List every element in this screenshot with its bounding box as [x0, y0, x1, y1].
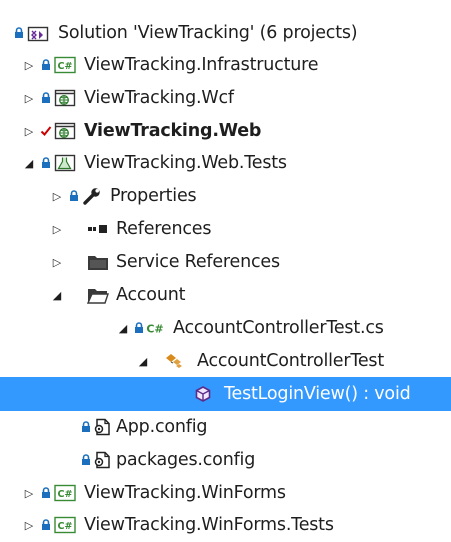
tree-node-label: ViewTracking.WinForms	[84, 483, 286, 503]
tree-node-label: Account	[116, 285, 186, 305]
web-project-icon	[53, 81, 77, 115]
lock-icon	[40, 48, 52, 82]
tree-node-label: App.config	[116, 417, 208, 437]
tree-node-project[interactable]: ▷ ViewTracking.Web	[0, 114, 451, 148]
tree-node-file[interactable]: packages.config	[0, 443, 451, 477]
tree-node-file[interactable]: App.config	[0, 410, 451, 444]
tree-node-references[interactable]: ▷ References	[0, 212, 451, 246]
expand-arrow-icon[interactable]: ▷	[50, 212, 64, 246]
expand-arrow-icon[interactable]: ▷	[22, 508, 36, 542]
lock-icon	[13, 16, 25, 50]
tree-node-class[interactable]: ◢ AccountControllerTest	[0, 344, 451, 378]
tree-node-label: Solution 'ViewTracking' (6 projects)	[58, 23, 358, 43]
open-folder-icon	[86, 278, 110, 312]
tree-node-project[interactable]: ◢ ViewTracking.Web.Tests	[0, 146, 451, 180]
tree-node-label: packages.config	[116, 450, 256, 470]
collapse-arrow-icon[interactable]: ◢	[136, 344, 150, 378]
class-icon	[163, 344, 187, 378]
config-file-icon	[90, 410, 114, 444]
expand-arrow-icon[interactable]: ▷	[50, 245, 64, 279]
expand-arrow-icon[interactable]: ▷	[22, 476, 36, 510]
csharp-project-icon: C#	[53, 476, 77, 510]
solution-icon	[26, 16, 50, 50]
svg-text:C#: C#	[58, 489, 73, 500]
tree-node-label: AccountControllerTest	[197, 351, 385, 371]
tree-node-service-references[interactable]: ▷ Service References	[0, 245, 451, 279]
collapse-arrow-icon[interactable]: ◢	[50, 278, 64, 312]
test-project-icon	[53, 146, 77, 180]
lock-icon	[40, 508, 52, 542]
collapse-arrow-icon[interactable]: ◢	[116, 311, 130, 345]
svg-text:C#: C#	[146, 323, 163, 336]
csharp-file-icon: C#	[143, 311, 167, 345]
tree-node-project[interactable]: ▷ C# ViewTracking.Infrastructure	[0, 48, 451, 82]
tree-node-label: ViewTracking.Web	[84, 121, 262, 141]
collapse-arrow-icon[interactable]: ◢	[22, 146, 36, 180]
expand-arrow-icon[interactable]: ▷	[22, 81, 36, 115]
tree-node-project[interactable]: ▷ C# ViewTracking.WinForms	[0, 476, 451, 510]
solution-explorer-tree: Solution 'ViewTracking' (6 projects) ▷ C…	[0, 0, 451, 539]
tree-node-label: References	[116, 219, 212, 239]
web-project-icon	[53, 114, 77, 148]
lock-icon	[68, 179, 80, 213]
tree-node-label: ViewTracking.Wcf	[84, 88, 234, 108]
tree-node-label: Properties	[110, 186, 197, 206]
svg-text:C#: C#	[58, 521, 73, 532]
tree-node-method[interactable]: TestLoginView() : void	[0, 377, 451, 411]
wrench-icon	[80, 179, 104, 213]
method-icon	[191, 377, 215, 411]
lock-icon	[40, 81, 52, 115]
lock-icon	[40, 146, 52, 180]
config-file-icon	[90, 443, 114, 477]
tree-node-solution[interactable]: Solution 'ViewTracking' (6 projects)	[0, 16, 451, 50]
svg-text:C#: C#	[58, 61, 73, 72]
expand-arrow-icon[interactable]: ▷	[50, 179, 64, 213]
csharp-project-icon: C#	[53, 508, 77, 542]
tree-node-label: TestLoginView() : void	[224, 384, 411, 404]
csharp-project-icon: C#	[53, 48, 77, 82]
lock-icon	[40, 476, 52, 510]
tree-node-label: AccountControllerTest.cs	[173, 318, 384, 338]
tree-node-label: ViewTracking.Web.Tests	[84, 153, 287, 173]
expand-arrow-icon[interactable]: ▷	[22, 114, 36, 148]
tree-node-properties[interactable]: ▷ Properties	[0, 179, 451, 213]
references-icon	[86, 212, 110, 246]
tree-node-label: ViewTracking.WinForms.Tests	[84, 515, 334, 535]
tree-node-label: Service References	[116, 252, 280, 272]
tree-node-label: ViewTracking.Infrastructure	[84, 55, 319, 75]
tree-node-folder[interactable]: ◢ Account	[0, 278, 451, 312]
folder-icon	[86, 245, 110, 279]
tree-node-file[interactable]: ◢ C# AccountControllerTest.cs	[0, 311, 451, 345]
checkmark-icon	[40, 114, 52, 148]
tree-node-project[interactable]: ▷ ViewTracking.Wcf	[0, 81, 451, 115]
expand-arrow-icon[interactable]: ▷	[22, 48, 36, 82]
tree-node-project[interactable]: ▷ C# ViewTracking.WinForms.Tests	[0, 508, 451, 542]
